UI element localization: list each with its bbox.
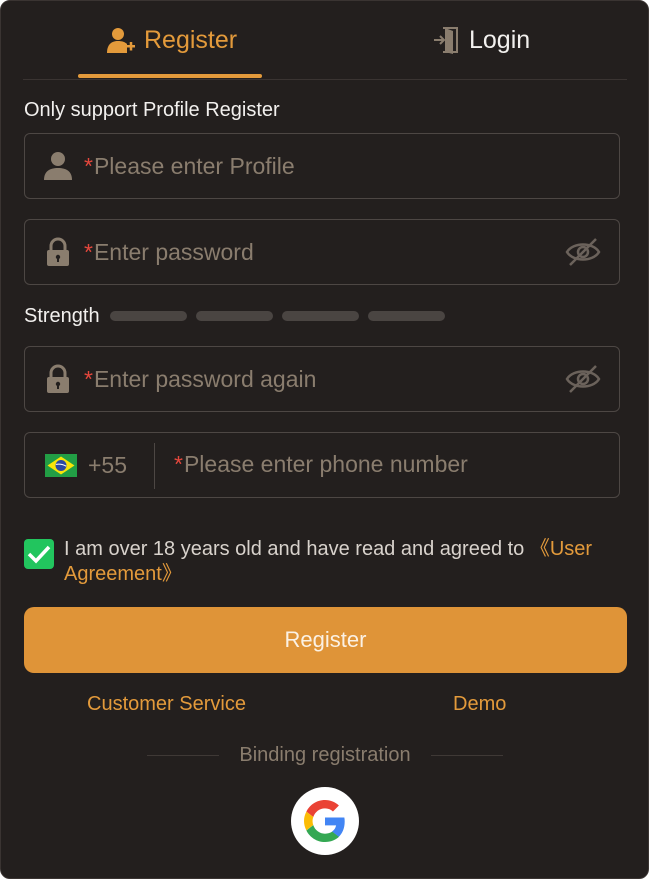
eye-off-icon[interactable] (565, 363, 601, 395)
google-login-button[interactable] (291, 787, 359, 855)
required-mark: * (84, 365, 93, 392)
phone-placeholder-group: * Please enter phone number (174, 451, 468, 478)
password-strength: Strength (24, 303, 454, 329)
google-icon (304, 800, 345, 842)
tab-bar: Register Login (23, 1, 627, 80)
tab-register[interactable]: Register (106, 23, 237, 57)
password-placeholder: Enter password (93, 238, 254, 265)
divider-line (430, 754, 503, 756)
register-panel: Register Login Only support Profile Regi… (0, 0, 649, 879)
profile-input[interactable]: * Please enter Profile (24, 133, 620, 199)
agreement-text: I am over 18 years old and have read and… (64, 537, 624, 587)
divider-line (147, 754, 220, 756)
brazil-flag-icon[interactable] (45, 453, 77, 477)
register-button[interactable]: Register (24, 607, 627, 673)
strength-bar (195, 311, 273, 321)
active-tab-indicator (78, 74, 262, 78)
demo-link[interactable]: Demo (453, 693, 506, 716)
password-input[interactable]: * Enter password (24, 219, 620, 285)
check-icon (27, 545, 51, 564)
required-mark: * (84, 152, 93, 179)
strength-bar (109, 311, 187, 321)
agreement-statement: I am over 18 years old and have read and… (64, 538, 530, 560)
eye-off-icon[interactable] (565, 236, 601, 268)
password-again-placeholder: Enter password again (93, 365, 317, 392)
required-mark: * (84, 238, 93, 265)
phone-divider (154, 443, 155, 489)
user-plus-icon (107, 28, 135, 53)
lock-icon (44, 364, 72, 394)
register-hint: Only support Profile Register (24, 99, 280, 121)
profile-placeholder: Please enter Profile (93, 152, 295, 179)
login-door-icon (434, 27, 458, 54)
password-again-input[interactable]: * Enter password again (24, 346, 620, 412)
strength-bar (281, 311, 359, 321)
user-icon (44, 151, 72, 181)
phone-input[interactable]: +55 * Please enter phone number (24, 432, 620, 498)
tab-login[interactable]: Login (433, 23, 530, 57)
tab-login-label: Login (469, 25, 531, 54)
tab-register-label: Register (144, 25, 238, 54)
lock-icon (44, 237, 72, 267)
strength-label: Strength (24, 304, 100, 327)
customer-service-link[interactable]: Customer Service (87, 693, 246, 716)
agreement-checkbox[interactable] (24, 539, 54, 569)
phone-placeholder: Please enter phone number (183, 451, 468, 477)
required-mark: * (174, 451, 183, 477)
strength-bar (367, 311, 445, 321)
binding-registration-divider: Binding registration (147, 742, 503, 768)
binding-registration-label: Binding registration (239, 743, 411, 766)
country-code[interactable]: +55 (88, 452, 127, 479)
